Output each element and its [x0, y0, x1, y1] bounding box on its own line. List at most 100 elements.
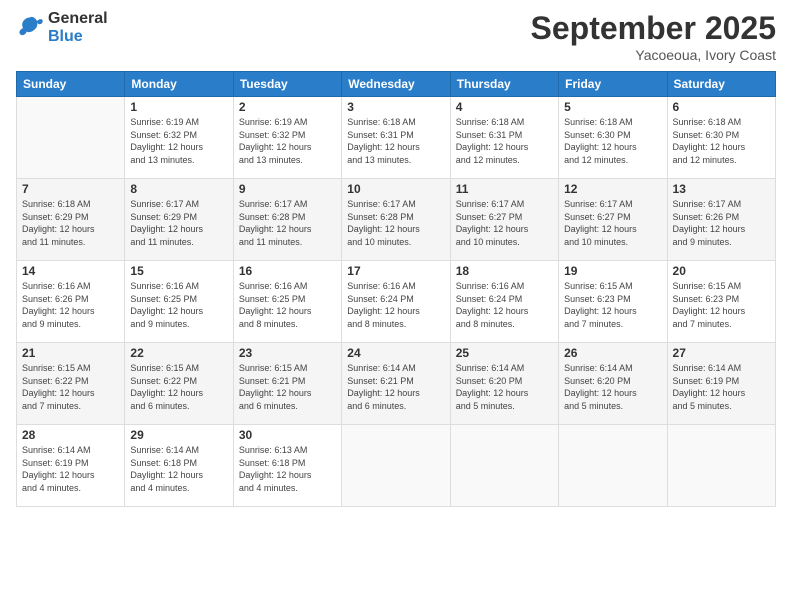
- calendar-week-row: 1 Sunrise: 6:19 AMSunset: 6:32 PMDaylight…: [17, 97, 776, 179]
- day-number: 28: [22, 428, 119, 442]
- day-number: 5: [564, 100, 661, 114]
- calendar-cell: 30 Sunrise: 6:13 AMSunset: 6:18 PMDayligh…: [233, 425, 341, 507]
- day-info: Sunrise: 6:16 AMSunset: 6:25 PMDaylight:…: [239, 280, 336, 330]
- day-info: Sunrise: 6:16 AMSunset: 6:26 PMDaylight:…: [22, 280, 119, 330]
- calendar-cell: 24 Sunrise: 6:14 AMSunset: 6:21 PMDayligh…: [342, 343, 450, 425]
- day-number: 15: [130, 264, 227, 278]
- day-number: 29: [130, 428, 227, 442]
- day-info: Sunrise: 6:16 AMSunset: 6:24 PMDaylight:…: [456, 280, 553, 330]
- day-of-week-header: Tuesday: [233, 72, 341, 97]
- calendar-cell: [559, 425, 667, 507]
- day-number: 2: [239, 100, 336, 114]
- calendar-cell: 13 Sunrise: 6:17 AMSunset: 6:26 PMDayligh…: [667, 179, 775, 261]
- logo: General Blue: [16, 10, 108, 45]
- calendar-cell: 27 Sunrise: 6:14 AMSunset: 6:19 PMDayligh…: [667, 343, 775, 425]
- day-number: 27: [673, 346, 770, 360]
- day-number: 13: [673, 182, 770, 196]
- calendar-cell: 22 Sunrise: 6:15 AMSunset: 6:22 PMDayligh…: [125, 343, 233, 425]
- calendar-cell: 7 Sunrise: 6:18 AMSunset: 6:29 PMDaylight…: [17, 179, 125, 261]
- day-info: Sunrise: 6:17 AMSunset: 6:28 PMDaylight:…: [239, 198, 336, 248]
- calendar-week-row: 21 Sunrise: 6:15 AMSunset: 6:22 PMDayligh…: [17, 343, 776, 425]
- day-info: Sunrise: 6:16 AMSunset: 6:25 PMDaylight:…: [130, 280, 227, 330]
- day-of-week-header: Friday: [559, 72, 667, 97]
- logo-general: General: [48, 10, 108, 28]
- day-info: Sunrise: 6:16 AMSunset: 6:24 PMDaylight:…: [347, 280, 444, 330]
- day-info: Sunrise: 6:18 AMSunset: 6:30 PMDaylight:…: [564, 116, 661, 166]
- day-number: 26: [564, 346, 661, 360]
- calendar-cell: 12Sunrise: 6:17 AMSunset: 6:27 PMDayligh…: [559, 179, 667, 261]
- day-number: 11: [456, 182, 553, 196]
- day-number: 20: [673, 264, 770, 278]
- day-info: Sunrise: 6:17 AMSunset: 6:26 PMDaylight:…: [673, 198, 770, 248]
- day-number: 7: [22, 182, 119, 196]
- calendar-cell: 26 Sunrise: 6:14 AMSunset: 6:20 PMDayligh…: [559, 343, 667, 425]
- calendar-cell: 2 Sunrise: 6:19 AMSunset: 6:32 PMDaylight…: [233, 97, 341, 179]
- day-info: Sunrise: 6:13 AMSunset: 6:18 PMDaylight:…: [239, 444, 336, 494]
- calendar-cell: 14 Sunrise: 6:16 AMSunset: 6:26 PMDayligh…: [17, 261, 125, 343]
- day-info: Sunrise: 6:17 AMSunset: 6:28 PMDaylight:…: [347, 198, 444, 248]
- day-info: Sunrise: 6:19 AMSunset: 6:32 PMDaylight:…: [130, 116, 227, 166]
- day-number: 22: [130, 346, 227, 360]
- calendar-cell: 10 Sunrise: 6:17 AMSunset: 6:28 PMDayligh…: [342, 179, 450, 261]
- calendar-cell: 18 Sunrise: 6:16 AMSunset: 6:24 PMDayligh…: [450, 261, 558, 343]
- day-info: Sunrise: 6:14 AMSunset: 6:20 PMDaylight:…: [564, 362, 661, 412]
- day-number: 21: [22, 346, 119, 360]
- calendar-cell: 21Sunrise: 6:15 AMSunset: 6:22 PMDayligh…: [17, 343, 125, 425]
- day-info: Sunrise: 6:14 AMSunset: 6:18 PMDaylight:…: [130, 444, 227, 494]
- header: General Blue September 2025 Yacoeoua, Iv…: [16, 10, 776, 63]
- day-number: 14: [22, 264, 119, 278]
- day-info: Sunrise: 6:18 AMSunset: 6:29 PMDaylight:…: [22, 198, 119, 248]
- calendar-week-row: 28 Sunrise: 6:14 AMSunset: 6:19 PMDayligh…: [17, 425, 776, 507]
- day-info: Sunrise: 6:18 AMSunset: 6:31 PMDaylight:…: [456, 116, 553, 166]
- day-of-week-header: Sunday: [17, 72, 125, 97]
- calendar-cell: 19Sunrise: 6:15 AMSunset: 6:23 PMDayligh…: [559, 261, 667, 343]
- calendar-week-row: 14 Sunrise: 6:16 AMSunset: 6:26 PMDayligh…: [17, 261, 776, 343]
- day-number: 18: [456, 264, 553, 278]
- day-info: Sunrise: 6:14 AMSunset: 6:19 PMDaylight:…: [673, 362, 770, 412]
- calendar-cell: [17, 97, 125, 179]
- day-info: Sunrise: 6:18 AMSunset: 6:30 PMDaylight:…: [673, 116, 770, 166]
- day-info: Sunrise: 6:17 AMSunset: 6:27 PMDaylight:…: [564, 198, 661, 248]
- calendar-cell: 9Sunrise: 6:17 AMSunset: 6:28 PMDaylight…: [233, 179, 341, 261]
- day-info: Sunrise: 6:14 AMSunset: 6:19 PMDaylight:…: [22, 444, 119, 494]
- calendar-cell: 29 Sunrise: 6:14 AMSunset: 6:18 PMDayligh…: [125, 425, 233, 507]
- day-number: 8: [130, 182, 227, 196]
- day-number: 1: [130, 100, 227, 114]
- day-number: 6: [673, 100, 770, 114]
- calendar-cell: 17Sunrise: 6:16 AMSunset: 6:24 PMDayligh…: [342, 261, 450, 343]
- day-number: 10: [347, 182, 444, 196]
- calendar-cell: 25Sunrise: 6:14 AMSunset: 6:20 PMDayligh…: [450, 343, 558, 425]
- title-block: September 2025 Yacoeoua, Ivory Coast: [531, 10, 776, 63]
- calendar-table: SundayMondayTuesdayWednesdayThursdayFrid…: [16, 71, 776, 507]
- day-of-week-header: Wednesday: [342, 72, 450, 97]
- calendar-cell: [342, 425, 450, 507]
- location-subtitle: Yacoeoua, Ivory Coast: [531, 47, 776, 63]
- month-title: September 2025: [531, 10, 776, 47]
- day-info: Sunrise: 6:19 AMSunset: 6:32 PMDaylight:…: [239, 116, 336, 166]
- calendar-cell: 15 Sunrise: 6:16 AMSunset: 6:25 PMDayligh…: [125, 261, 233, 343]
- day-number: 19: [564, 264, 661, 278]
- logo-text: General Blue: [48, 10, 108, 45]
- day-number: 25: [456, 346, 553, 360]
- logo-bird-icon: [16, 14, 44, 42]
- calendar-cell: 6 Sunrise: 6:18 AMSunset: 6:30 PMDaylight…: [667, 97, 775, 179]
- calendar-cell: 20 Sunrise: 6:15 AMSunset: 6:23 PMDayligh…: [667, 261, 775, 343]
- calendar-cell: [450, 425, 558, 507]
- day-info: Sunrise: 6:15 AMSunset: 6:21 PMDaylight:…: [239, 362, 336, 412]
- day-of-week-header: Thursday: [450, 72, 558, 97]
- calendar-cell: [667, 425, 775, 507]
- day-info: Sunrise: 6:18 AMSunset: 6:31 PMDaylight:…: [347, 116, 444, 166]
- calendar-cell: 3 Sunrise: 6:18 AMSunset: 6:31 PMDaylight…: [342, 97, 450, 179]
- calendar-cell: 1 Sunrise: 6:19 AMSunset: 6:32 PMDaylight…: [125, 97, 233, 179]
- day-info: Sunrise: 6:15 AMSunset: 6:23 PMDaylight:…: [673, 280, 770, 330]
- calendar-cell: 28 Sunrise: 6:14 AMSunset: 6:19 PMDayligh…: [17, 425, 125, 507]
- day-info: Sunrise: 6:14 AMSunset: 6:21 PMDaylight:…: [347, 362, 444, 412]
- calendar-cell: 23 Sunrise: 6:15 AMSunset: 6:21 PMDayligh…: [233, 343, 341, 425]
- day-info: Sunrise: 6:15 AMSunset: 6:22 PMDaylight:…: [130, 362, 227, 412]
- day-number: 3: [347, 100, 444, 114]
- day-of-week-header: Monday: [125, 72, 233, 97]
- day-number: 30: [239, 428, 336, 442]
- day-number: 23: [239, 346, 336, 360]
- day-number: 24: [347, 346, 444, 360]
- calendar-header-row: SundayMondayTuesdayWednesdayThursdayFrid…: [17, 72, 776, 97]
